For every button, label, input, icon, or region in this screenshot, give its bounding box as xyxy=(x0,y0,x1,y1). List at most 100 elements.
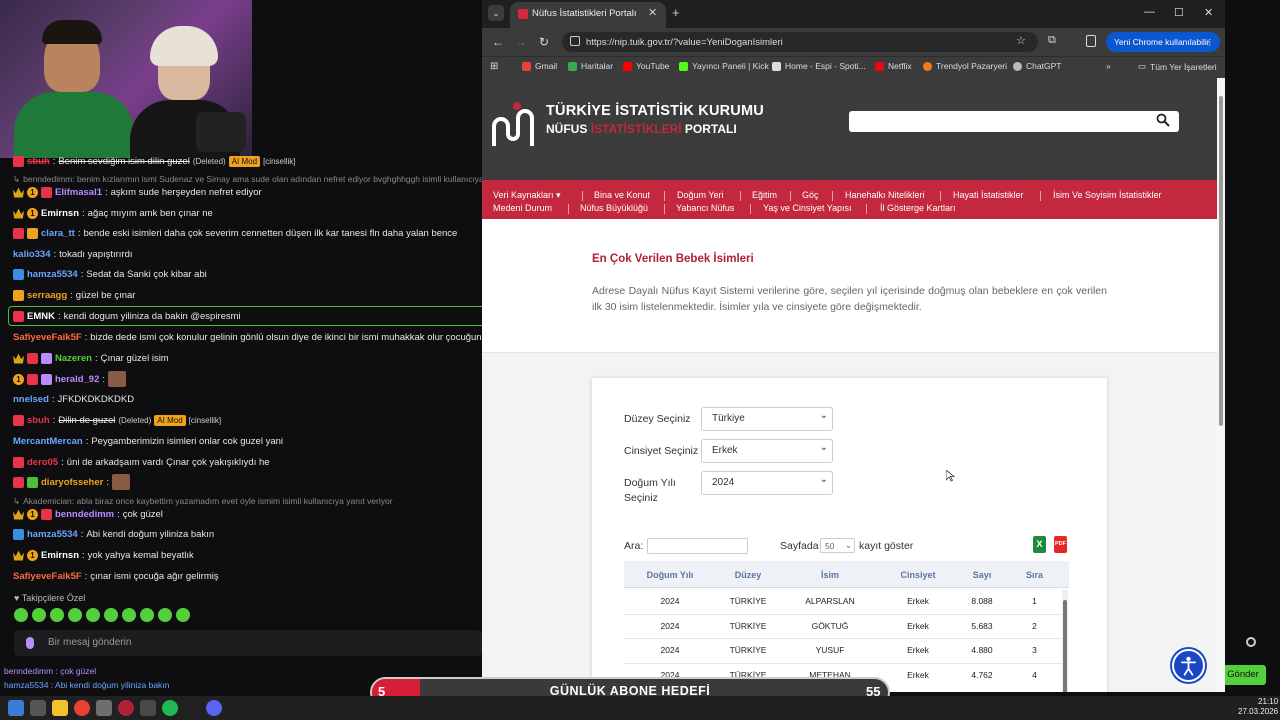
windows-start-icon[interactable] xyxy=(8,700,24,716)
discord-icon[interactable] xyxy=(206,700,222,716)
nav-yabanci-nufus[interactable]: Yabancı Nüfus xyxy=(676,203,734,213)
emote-button[interactable] xyxy=(86,608,100,622)
chat-username[interactable]: serraagg xyxy=(27,290,67,301)
bookmark-trendyol[interactable]: Trendyol Pazaryeri xyxy=(923,61,1007,71)
maximize-icon[interactable]: ☐ xyxy=(1174,6,1184,19)
bookmark-maps[interactable]: Haritalar xyxy=(568,61,613,71)
emote-button[interactable] xyxy=(140,608,154,622)
chat-username[interactable]: SafiyeveFaik5F xyxy=(13,332,82,343)
app-icon[interactable] xyxy=(118,700,134,716)
nav-hayati-istatistikler[interactable]: Hayati İstatistikler xyxy=(953,190,1024,200)
nav-yas-cinsiyet[interactable]: Yaş ve Cinsiyet Yapısı xyxy=(763,203,852,213)
emote-button[interactable] xyxy=(176,608,190,622)
emote-button[interactable] xyxy=(50,608,64,622)
spotify-icon[interactable] xyxy=(162,700,178,716)
column-header-gender[interactable]: Cinsiyet xyxy=(882,570,954,580)
column-header-level[interactable]: Düzey xyxy=(718,570,778,580)
tab-close-icon[interactable]: ✕ xyxy=(648,6,657,19)
page-scrollbar-thumb[interactable] xyxy=(1219,96,1223,426)
chat-username[interactable]: benndedimm xyxy=(55,509,114,520)
nav-veri-kaynaklari[interactable]: Veri Kaynakları ▾ xyxy=(493,190,561,201)
column-header-rank[interactable]: Sıra xyxy=(1017,570,1052,580)
nav-goc[interactable]: Göç xyxy=(802,190,819,200)
bookmark-gmail[interactable]: Gmail xyxy=(522,61,557,71)
bookmarks-overflow-icon[interactable]: » xyxy=(1106,61,1111,71)
bookmark-chatgpt[interactable]: ChatGPT xyxy=(1013,61,1061,71)
year-select[interactable]: 2024 xyxy=(701,471,833,495)
all-bookmarks[interactable]: ▭ Tüm Yer İşaretleri xyxy=(1138,61,1217,72)
minimize-icon[interactable]: — xyxy=(1144,6,1155,18)
site-info-icon[interactable] xyxy=(570,36,580,46)
emote-button[interactable] xyxy=(158,608,172,622)
chat-username[interactable]: kalio334 xyxy=(13,249,51,260)
reload-icon[interactable]: ↻ xyxy=(539,35,549,49)
send-button[interactable]: Gönder xyxy=(1220,665,1266,685)
nav-medeni-durum[interactable]: Medeni Durum xyxy=(493,203,552,213)
emote-button[interactable] xyxy=(104,608,118,622)
chat-username[interactable]: sbuh xyxy=(27,415,50,426)
accessibility-icon[interactable] xyxy=(1172,649,1205,682)
nav-il-gosterge[interactable]: İl Gösterge Kartları xyxy=(880,203,956,213)
bookmark-netflix[interactable]: Netflix xyxy=(875,61,912,71)
bookmark-kick[interactable]: Yayıncı Paneli | Kick xyxy=(679,61,769,71)
back-icon[interactable]: ← xyxy=(492,35,504,49)
bookmark-spotify[interactable]: Home - Espi - Spoti... xyxy=(772,61,866,71)
level-select[interactable]: Türkiye xyxy=(701,407,833,431)
extensions-icon[interactable]: ⧉ xyxy=(1048,34,1056,47)
chrome-icon[interactable] xyxy=(74,700,90,716)
site-search-input[interactable] xyxy=(849,111,1179,132)
bookmark-youtube[interactable]: YouTube xyxy=(623,61,669,71)
pdf-export-icon[interactable]: PDF xyxy=(1054,536,1067,553)
chat-username[interactable]: MercantMercan xyxy=(13,436,83,447)
chat-username[interactable]: Elifmasal1 xyxy=(55,187,102,198)
nav-dogum-yeri[interactable]: Doğum Yeri xyxy=(677,190,724,200)
emote-button[interactable] xyxy=(32,608,46,622)
system-clock[interactable]: 21:10 27.03.2026 xyxy=(1238,697,1278,717)
chat-username[interactable]: clara_tt xyxy=(41,228,75,239)
obs-icon[interactable] xyxy=(184,700,200,716)
search-icon[interactable] xyxy=(1156,113,1170,127)
excel-export-icon[interactable]: X xyxy=(1033,536,1046,553)
tab-search-icon[interactable]: ⌄ xyxy=(488,5,504,21)
new-tab-icon[interactable]: + xyxy=(672,5,680,20)
close-window-icon[interactable]: ✕ xyxy=(1204,6,1213,19)
emoji-icon[interactable] xyxy=(1246,637,1256,647)
chat-username[interactable]: Nazeren xyxy=(55,353,92,364)
nav-hanehalki[interactable]: Hanehalkı Nitelikleri xyxy=(845,190,925,200)
emote-button[interactable] xyxy=(14,608,28,622)
file-explorer-icon[interactable] xyxy=(52,700,68,716)
emote-button[interactable] xyxy=(68,608,82,622)
chat-username[interactable]: hamza5534 xyxy=(27,269,78,280)
bookmark-star-icon[interactable]: ☆ xyxy=(1016,34,1026,47)
chat-username[interactable]: sbuh xyxy=(27,156,50,167)
nav-bina-ve-konut[interactable]: Bina ve Konut xyxy=(594,190,650,200)
page-size-select[interactable]: 50 ⌄ xyxy=(820,538,855,553)
table-scrollbar-thumb[interactable] xyxy=(1063,600,1067,692)
chat-username[interactable]: dero05 xyxy=(27,457,58,468)
table-search-input[interactable] xyxy=(647,538,748,554)
column-header-year[interactable]: Doğum Yılı xyxy=(632,570,708,580)
chat-username[interactable]: SafiyeveFaik5F xyxy=(13,571,82,582)
apps-grid-icon[interactable]: ⊞ xyxy=(490,61,498,72)
nav-isim-soyisim[interactable]: İsim Ve Soyisim İstatistikler xyxy=(1053,190,1162,200)
chat-username[interactable]: hamza5534 xyxy=(27,529,78,540)
column-header-name[interactable]: İsim xyxy=(790,570,870,580)
microphone-icon[interactable] xyxy=(26,637,34,649)
nav-egitim[interactable]: Eğitim xyxy=(752,190,777,200)
search-icon[interactable] xyxy=(30,700,46,716)
chat-username[interactable]: diaryofsseher xyxy=(41,477,103,488)
chat-username[interactable]: nnelsed xyxy=(13,394,49,405)
app-icon[interactable] xyxy=(140,700,156,716)
emote-button[interactable] xyxy=(122,608,136,622)
chat-username[interactable]: EMNK xyxy=(27,311,55,322)
app-icon[interactable] xyxy=(96,700,112,716)
chat-username[interactable]: Emirnsn xyxy=(41,550,79,561)
forward-icon[interactable]: → xyxy=(515,35,527,49)
column-header-count[interactable]: Sayı xyxy=(962,570,1002,580)
nav-nufus-buyuklugu[interactable]: Nüfus Büyüklüğü xyxy=(580,203,648,213)
chat-username[interactable]: herald_92 xyxy=(55,374,99,385)
profile-icon[interactable] xyxy=(1086,35,1096,47)
chrome-update-button[interactable]: Yeni Chrome kullanılabilir ⋮ xyxy=(1106,32,1220,52)
gender-select[interactable]: Erkek xyxy=(701,439,833,463)
chat-username[interactable]: Emirnsn xyxy=(41,208,79,219)
